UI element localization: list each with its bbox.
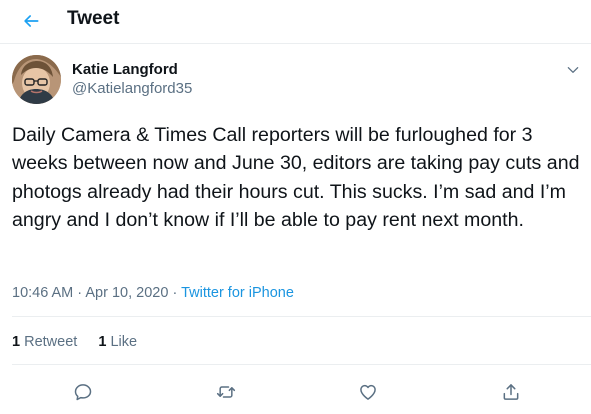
author-handle[interactable]: @Katielangford35 xyxy=(72,80,192,98)
retweet-button[interactable] xyxy=(209,375,243,409)
arrow-left-icon xyxy=(24,15,39,27)
likes-stat[interactable]: 1 Like xyxy=(98,333,137,351)
heart-icon xyxy=(360,384,376,400)
page-title: Tweet xyxy=(67,8,120,29)
likes-count: 1 xyxy=(98,334,107,350)
avatar-image xyxy=(12,55,61,104)
page-header: Tweet xyxy=(0,0,591,44)
tweet-source-link[interactable]: Twitter for iPhone xyxy=(181,285,294,301)
retweets-count: 1 xyxy=(12,334,21,350)
meta-separator: · xyxy=(77,285,83,301)
like-button[interactable] xyxy=(351,375,385,409)
share-icon xyxy=(503,384,519,400)
author-name[interactable]: Katie Langford xyxy=(72,61,178,79)
avatar[interactable] xyxy=(12,55,61,104)
tweet-date[interactable]: Apr 10, 2020 xyxy=(85,285,168,301)
tweet-metadata: 10:46 AM · Apr 10, 2020 · Twitter for iP… xyxy=(12,284,294,302)
tweet-text: Daily Camera & Times Call reporters will… xyxy=(12,124,580,232)
retweets-label: Retweet xyxy=(24,334,78,350)
likes-label: Like xyxy=(110,334,138,350)
chevron-down-icon xyxy=(567,67,579,73)
divider xyxy=(12,364,591,365)
tweet-time[interactable]: 10:46 AM xyxy=(12,285,73,301)
retweets-stat[interactable]: 1 Retweet xyxy=(12,333,77,351)
tweet-stats: 1 Retweet 1 Like xyxy=(12,333,137,351)
share-button[interactable] xyxy=(494,375,528,409)
meta-separator: · xyxy=(172,285,178,301)
retweet-icon xyxy=(216,386,236,398)
more-options-button[interactable] xyxy=(562,59,584,81)
reply-button[interactable] xyxy=(66,375,100,409)
tweet-actions xyxy=(0,375,591,409)
reply-icon xyxy=(74,384,92,401)
back-button[interactable] xyxy=(16,6,46,36)
divider xyxy=(12,316,591,317)
